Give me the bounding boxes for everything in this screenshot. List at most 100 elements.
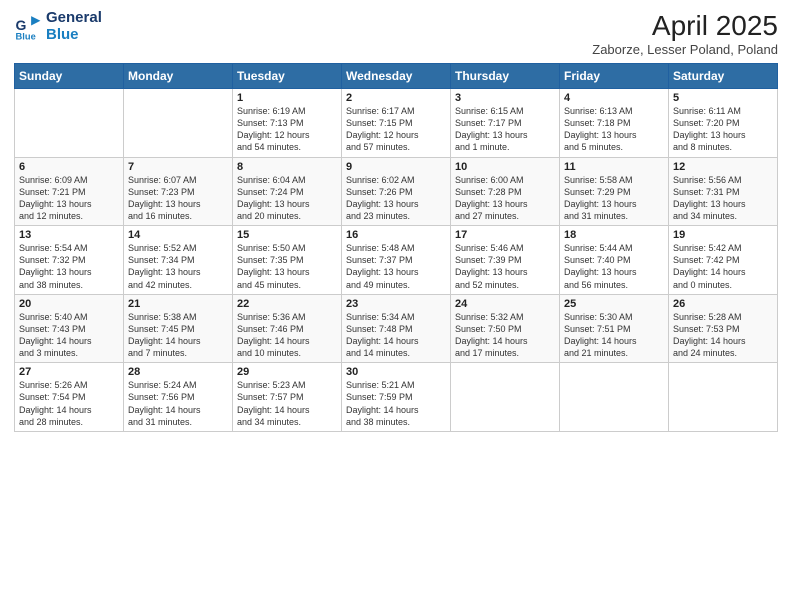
day-cell: 3Sunrise: 6:15 AM Sunset: 7:17 PM Daylig… [451,89,560,158]
weekday-header-friday: Friday [560,64,669,89]
day-info: Sunrise: 5:30 AM Sunset: 7:51 PM Dayligh… [564,311,664,360]
main-title: April 2025 [592,10,778,42]
weekday-header-tuesday: Tuesday [233,64,342,89]
day-number: 3 [455,92,555,104]
day-cell: 21Sunrise: 5:38 AM Sunset: 7:45 PM Dayli… [124,294,233,363]
day-info: Sunrise: 6:07 AM Sunset: 7:23 PM Dayligh… [128,174,228,223]
day-info: Sunrise: 6:19 AM Sunset: 7:13 PM Dayligh… [237,105,337,154]
day-cell: 17Sunrise: 5:46 AM Sunset: 7:39 PM Dayli… [451,226,560,295]
day-info: Sunrise: 6:02 AM Sunset: 7:26 PM Dayligh… [346,174,446,223]
day-info: Sunrise: 6:00 AM Sunset: 7:28 PM Dayligh… [455,174,555,223]
header: G Blue General Blue April 2025 Zaborze, … [14,10,778,57]
day-cell: 25Sunrise: 5:30 AM Sunset: 7:51 PM Dayli… [560,294,669,363]
day-number: 22 [237,298,337,310]
day-cell: 13Sunrise: 5:54 AM Sunset: 7:32 PM Dayli… [15,226,124,295]
day-cell: 26Sunrise: 5:28 AM Sunset: 7:53 PM Dayli… [669,294,778,363]
day-number: 30 [346,366,446,378]
title-block: April 2025 Zaborze, Lesser Poland, Polan… [592,10,778,57]
day-number: 18 [564,229,664,241]
day-cell: 5Sunrise: 6:11 AM Sunset: 7:20 PM Daylig… [669,89,778,158]
weekday-header-saturday: Saturday [669,64,778,89]
day-number: 27 [19,366,119,378]
day-cell: 27Sunrise: 5:26 AM Sunset: 7:54 PM Dayli… [15,363,124,432]
day-info: Sunrise: 6:13 AM Sunset: 7:18 PM Dayligh… [564,105,664,154]
day-number: 6 [19,161,119,173]
day-cell: 22Sunrise: 5:36 AM Sunset: 7:46 PM Dayli… [233,294,342,363]
day-number: 21 [128,298,228,310]
day-info: Sunrise: 5:58 AM Sunset: 7:29 PM Dayligh… [564,174,664,223]
day-number: 23 [346,298,446,310]
day-number: 4 [564,92,664,104]
day-cell: 16Sunrise: 5:48 AM Sunset: 7:37 PM Dayli… [342,226,451,295]
day-cell [451,363,560,432]
calendar-table: SundayMondayTuesdayWednesdayThursdayFrid… [14,63,778,432]
week-row-3: 13Sunrise: 5:54 AM Sunset: 7:32 PM Dayli… [15,226,778,295]
day-number: 7 [128,161,228,173]
day-info: Sunrise: 5:40 AM Sunset: 7:43 PM Dayligh… [19,311,119,360]
day-cell: 4Sunrise: 6:13 AM Sunset: 7:18 PM Daylig… [560,89,669,158]
day-number: 13 [19,229,119,241]
day-number: 24 [455,298,555,310]
week-row-2: 6Sunrise: 6:09 AM Sunset: 7:21 PM Daylig… [15,157,778,226]
day-cell: 2Sunrise: 6:17 AM Sunset: 7:15 PM Daylig… [342,89,451,158]
day-number: 9 [346,161,446,173]
day-number: 15 [237,229,337,241]
day-cell: 7Sunrise: 6:07 AM Sunset: 7:23 PM Daylig… [124,157,233,226]
day-info: Sunrise: 5:23 AM Sunset: 7:57 PM Dayligh… [237,379,337,428]
day-info: Sunrise: 5:36 AM Sunset: 7:46 PM Dayligh… [237,311,337,360]
day-info: Sunrise: 5:54 AM Sunset: 7:32 PM Dayligh… [19,242,119,291]
day-info: Sunrise: 5:34 AM Sunset: 7:48 PM Dayligh… [346,311,446,360]
day-info: Sunrise: 5:56 AM Sunset: 7:31 PM Dayligh… [673,174,773,223]
day-cell: 24Sunrise: 5:32 AM Sunset: 7:50 PM Dayli… [451,294,560,363]
day-info: Sunrise: 5:24 AM Sunset: 7:56 PM Dayligh… [128,379,228,428]
day-cell: 1Sunrise: 6:19 AM Sunset: 7:13 PM Daylig… [233,89,342,158]
day-cell: 19Sunrise: 5:42 AM Sunset: 7:42 PM Dayli… [669,226,778,295]
day-cell: 11Sunrise: 5:58 AM Sunset: 7:29 PM Dayli… [560,157,669,226]
day-info: Sunrise: 6:11 AM Sunset: 7:20 PM Dayligh… [673,105,773,154]
logo: G Blue General Blue [14,10,102,43]
day-number: 25 [564,298,664,310]
day-cell: 15Sunrise: 5:50 AM Sunset: 7:35 PM Dayli… [233,226,342,295]
week-row-4: 20Sunrise: 5:40 AM Sunset: 7:43 PM Dayli… [15,294,778,363]
day-info: Sunrise: 5:28 AM Sunset: 7:53 PM Dayligh… [673,311,773,360]
logo-general: General [46,10,102,27]
day-info: Sunrise: 5:46 AM Sunset: 7:39 PM Dayligh… [455,242,555,291]
day-info: Sunrise: 5:32 AM Sunset: 7:50 PM Dayligh… [455,311,555,360]
day-number: 2 [346,92,446,104]
subtitle: Zaborze, Lesser Poland, Poland [592,42,778,57]
day-cell [560,363,669,432]
day-info: Sunrise: 6:17 AM Sunset: 7:15 PM Dayligh… [346,105,446,154]
page: G Blue General Blue April 2025 Zaborze, … [0,0,792,612]
day-cell [669,363,778,432]
day-cell: 10Sunrise: 6:00 AM Sunset: 7:28 PM Dayli… [451,157,560,226]
day-number: 16 [346,229,446,241]
day-info: Sunrise: 6:15 AM Sunset: 7:17 PM Dayligh… [455,105,555,154]
day-info: Sunrise: 5:21 AM Sunset: 7:59 PM Dayligh… [346,379,446,428]
day-number: 11 [564,161,664,173]
day-cell [15,89,124,158]
day-cell: 23Sunrise: 5:34 AM Sunset: 7:48 PM Dayli… [342,294,451,363]
day-info: Sunrise: 6:04 AM Sunset: 7:24 PM Dayligh… [237,174,337,223]
day-cell: 28Sunrise: 5:24 AM Sunset: 7:56 PM Dayli… [124,363,233,432]
day-info: Sunrise: 5:50 AM Sunset: 7:35 PM Dayligh… [237,242,337,291]
weekday-header-thursday: Thursday [451,64,560,89]
day-number: 12 [673,161,773,173]
weekday-header-monday: Monday [124,64,233,89]
day-info: Sunrise: 5:38 AM Sunset: 7:45 PM Dayligh… [128,311,228,360]
week-row-1: 1Sunrise: 6:19 AM Sunset: 7:13 PM Daylig… [15,89,778,158]
day-number: 20 [19,298,119,310]
week-row-5: 27Sunrise: 5:26 AM Sunset: 7:54 PM Dayli… [15,363,778,432]
day-cell: 8Sunrise: 6:04 AM Sunset: 7:24 PM Daylig… [233,157,342,226]
logo-blue: Blue [46,27,102,44]
day-cell [124,89,233,158]
day-info: Sunrise: 5:44 AM Sunset: 7:40 PM Dayligh… [564,242,664,291]
day-number: 19 [673,229,773,241]
day-info: Sunrise: 6:09 AM Sunset: 7:21 PM Dayligh… [19,174,119,223]
day-info: Sunrise: 5:52 AM Sunset: 7:34 PM Dayligh… [128,242,228,291]
svg-text:Blue: Blue [16,31,36,41]
weekday-header-sunday: Sunday [15,64,124,89]
day-number: 8 [237,161,337,173]
weekday-header-wednesday: Wednesday [342,64,451,89]
day-number: 29 [237,366,337,378]
day-cell: 30Sunrise: 5:21 AM Sunset: 7:59 PM Dayli… [342,363,451,432]
